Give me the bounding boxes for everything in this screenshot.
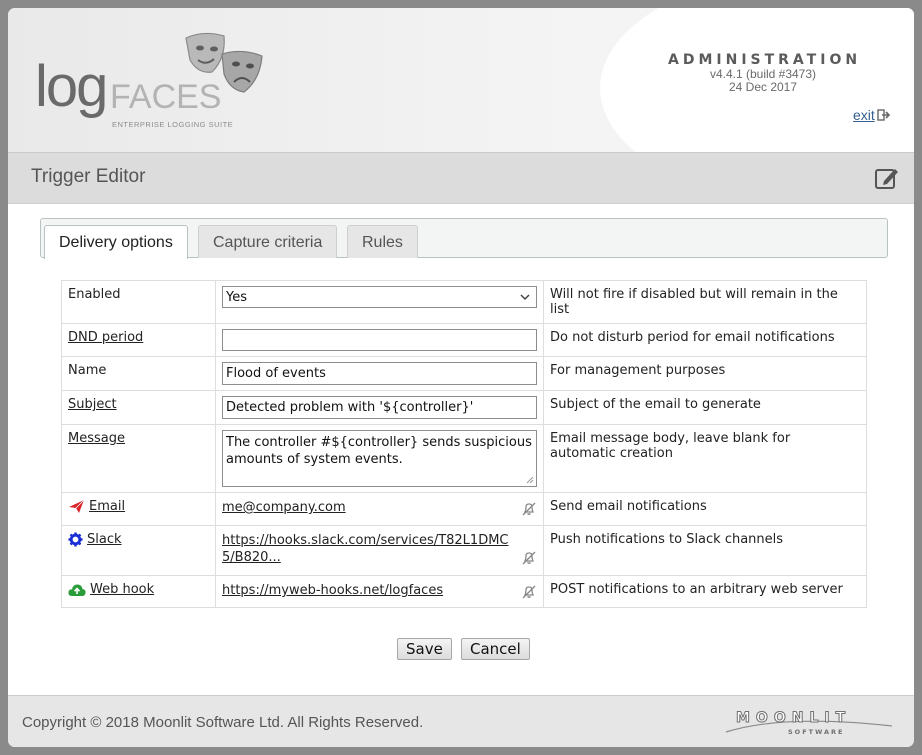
slack-value-link[interactable]: https://hooks.slack.com/services/T82L1DM…: [222, 532, 537, 566]
webhook-label: Web hook: [90, 582, 155, 597]
row-hint: POST notifications to an arbitrary web s…: [543, 575, 867, 608]
moonlit-wordmark: MOONLIT: [735, 710, 852, 727]
tab-label: Delivery options: [59, 234, 173, 251]
save-button[interactable]: Save: [397, 638, 452, 660]
row-field: [215, 323, 544, 357]
row-field: me@company.com: [215, 492, 544, 526]
dnd-period-link[interactable]: DND period: [68, 330, 143, 345]
webhook-channel-link[interactable]: Web hook: [68, 582, 154, 597]
slack-channel-link[interactable]: Slack: [68, 532, 122, 547]
admin-window: log FACES ENTERPRISE LOGGING SUITE ADMIN…: [8, 8, 914, 747]
email-value-link[interactable]: me@company.com: [222, 499, 537, 516]
table-row: DND period Do not disturb period for ema…: [61, 323, 867, 357]
row-hint: Email message body, leave blank for auto…: [543, 424, 867, 493]
name-field[interactable]: Flood of events: [222, 362, 537, 385]
tab-rules[interactable]: Rules: [347, 225, 418, 258]
resize-grip-icon[interactable]: [526, 476, 534, 484]
edit-icon[interactable]: [874, 165, 900, 191]
bell-slash-icon[interactable]: [521, 550, 537, 566]
row-hint: Do not disturb period for email notifica…: [543, 323, 867, 357]
admin-info: ADMINISTRATION v4.4.1 (build #3473) 24 D…: [668, 52, 858, 94]
message-textarea[interactable]: The controller #${controller} sends susp…: [222, 430, 537, 487]
row-hint: Will not fire if disabled but will remai…: [543, 280, 867, 324]
copyright-text: Copyright © 2018 Moonlit Software Ltd. A…: [22, 714, 424, 731]
dnd-period-field[interactable]: [222, 329, 537, 351]
row-hint: For management purposes: [543, 356, 867, 391]
message-text: The controller #${controller} sends susp…: [226, 435, 532, 467]
table-row: Enabled Yes Will not fire if disabled bu…: [61, 280, 867, 324]
row-hint: Push notifications to Slack channels: [543, 525, 867, 576]
table-row: Slack https://hooks.slack.com/services/T…: [61, 525, 867, 576]
moonlit-subtext: SOFTWARE: [788, 728, 845, 736]
admin-title: ADMINISTRATION: [668, 52, 862, 68]
theater-masks-icon: [185, 32, 263, 93]
delivery-options-table: Enabled Yes Will not fire if disabled bu…: [61, 280, 867, 608]
table-row: Name Flood of events For management purp…: [61, 356, 867, 391]
message-link[interactable]: Message: [68, 431, 125, 446]
moonlit-logo: MOONLIT SOFTWARE: [724, 710, 894, 744]
row-field: The controller #${controller} sends susp…: [215, 424, 544, 493]
row-label: Slack: [61, 525, 216, 576]
enabled-select[interactable]: Yes: [222, 286, 537, 308]
build-date: 24 Dec 2017: [728, 80, 798, 94]
subject-link[interactable]: Subject: [68, 397, 117, 412]
tab-label: Rules: [362, 234, 403, 251]
row-label: DND period: [61, 323, 216, 357]
row-hint: Send email notifications: [543, 492, 867, 526]
cloud-upload-icon: [68, 583, 86, 596]
row-label: Message: [61, 424, 216, 493]
webhook-value-link[interactable]: https://myweb-hooks.net/logfaces: [222, 582, 537, 599]
section-bar: Trigger Editor: [8, 152, 914, 204]
subject-field[interactable]: Detected problem with '${controller}': [222, 396, 537, 419]
row-label: Subject: [61, 390, 216, 425]
table-row: Web hook https://myweb-hooks.net/logface…: [61, 575, 867, 608]
paper-plane-icon: [69, 499, 85, 513]
bell-slash-icon[interactable]: [521, 501, 537, 517]
row-hint: Subject of the email to generate: [543, 390, 867, 425]
page-title: Trigger Editor: [31, 166, 146, 187]
table-row: Email me@company.com Send email notifica…: [61, 492, 867, 526]
logo-tagline: ENTERPRISE LOGGING SUITE: [112, 120, 234, 129]
cancel-button[interactable]: Cancel: [461, 638, 530, 660]
app-footer: Copyright © 2018 Moonlit Software Ltd. A…: [8, 695, 914, 747]
row-label: Web hook: [61, 575, 216, 608]
slack-label: Slack: [87, 532, 122, 547]
row-label: Name: [61, 356, 216, 391]
tab-label: Capture criteria: [213, 234, 323, 251]
tab-capture-criteria[interactable]: Capture criteria: [198, 225, 338, 258]
gear-icon: [68, 532, 83, 547]
row-field: Detected problem with '${controller}': [215, 390, 544, 425]
table-row: Subject Detected problem with '${control…: [61, 390, 867, 425]
row-label: Email: [61, 492, 216, 526]
exit-label: exit: [853, 107, 875, 123]
chevron-down-icon: [520, 293, 530, 300]
row-field: https://myweb-hooks.net/logfaces: [215, 575, 544, 608]
enabled-select-value: Yes: [226, 289, 247, 305]
row-field: Flood of events: [215, 356, 544, 391]
email-label: Email: [89, 499, 126, 514]
exit-link[interactable]: exit: [853, 107, 891, 123]
email-channel-link[interactable]: Email: [68, 499, 125, 514]
logo-text: log: [35, 54, 108, 119]
tab-delivery-options[interactable]: Delivery options: [44, 225, 188, 259]
table-row: Message The controller #${controller} se…: [61, 424, 867, 493]
row-label: Enabled: [61, 280, 216, 324]
row-field: Yes: [215, 280, 544, 324]
tab-bar: Delivery options Capture criteria Rules: [40, 218, 888, 259]
exit-icon: [877, 109, 890, 121]
row-field: https://hooks.slack.com/services/T82L1DM…: [215, 525, 544, 576]
app-header: log FACES ENTERPRISE LOGGING SUITE ADMIN…: [8, 8, 914, 152]
bell-slash-icon[interactable]: [521, 584, 537, 600]
